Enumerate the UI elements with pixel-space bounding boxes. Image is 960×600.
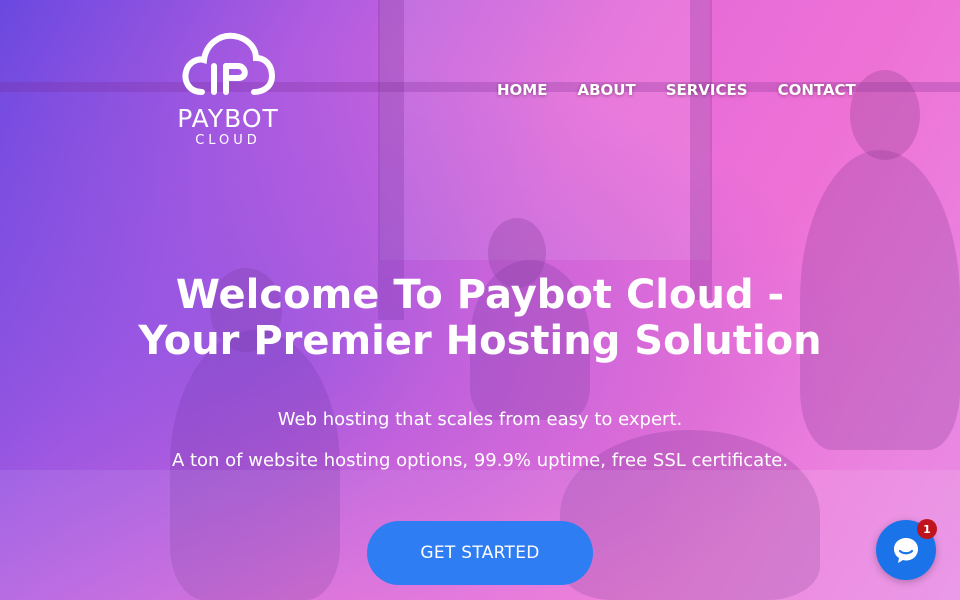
main-nav: HOME ABOUT SERVICES CONTACT — [497, 81, 856, 99]
nav-about[interactable]: ABOUT — [577, 81, 635, 99]
nav-home[interactable]: HOME — [497, 81, 547, 99]
brand-name: PAYBOT — [177, 104, 279, 133]
nav-services[interactable]: SERVICES — [666, 81, 748, 99]
chat-bubble-icon — [894, 538, 918, 563]
get-started-button[interactable]: GET STARTED — [367, 521, 593, 585]
headline-line-2: Your Premier Hosting Solution — [138, 318, 822, 364]
headline-line-1: Welcome To Paybot Cloud - — [175, 272, 785, 318]
hero-section: PAYBOT CLOUD HOME ABOUT SERVICES CONTACT… — [0, 0, 960, 600]
nav-contact[interactable]: CONTACT — [778, 81, 856, 99]
brand-tagline: CLOUD — [195, 133, 261, 148]
brand-logo[interactable]: PAYBOT CLOUD — [163, 30, 293, 148]
hero-subtitle-2: A ton of website hosting options, 99.9% … — [171, 450, 789, 471]
hero-headline: Welcome To Paybot Cloud - Your Premier H… — [0, 272, 960, 364]
cloud-logo-icon — [182, 32, 276, 95]
notification-badge: 1 — [917, 519, 937, 539]
hero-subtitle-1: Web hosting that scales from easy to exp… — [277, 409, 683, 430]
